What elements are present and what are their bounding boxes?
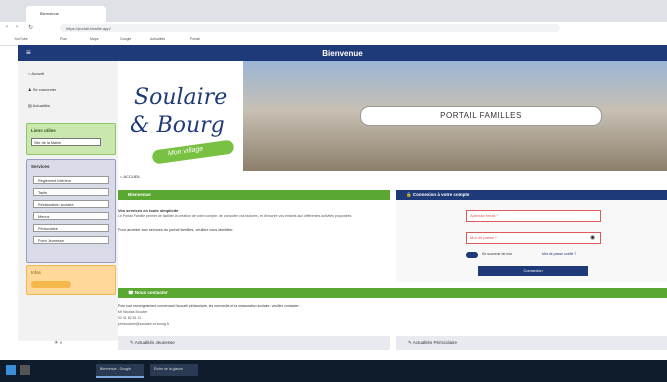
login-header: 🔒 Connexion à votre compte: [396, 190, 667, 200]
browser-tab-bar: Bienvenue: [0, 0, 667, 22]
bookmark-item[interactable]: Google: [120, 37, 131, 41]
welcome-text: Le Portail Famille permet de faciliter l…: [118, 214, 353, 218]
useful-links-box: Liens utiles Site de la Mairie: [26, 123, 116, 155]
bookmark-item[interactable]: Plan: [60, 37, 67, 41]
browser-tab[interactable]: Bienvenue: [26, 6, 106, 22]
remember-label: Se souvenir de moi: [482, 252, 512, 256]
portal-label: PORTAIL FAMILLES: [360, 106, 602, 126]
useful-links-title: Liens utiles: [31, 128, 56, 133]
service-item[interactable]: Périscolaire: [33, 224, 109, 232]
infos-title: Infos: [31, 270, 41, 275]
login-button[interactable]: Connexion: [478, 266, 588, 276]
forgot-link[interactable]: Mot de passe oublié ?: [542, 252, 576, 256]
url-text: https://portail-famille.app/: [66, 25, 111, 31]
news-youth-header[interactable]: ✎ Actualités Jeunesse: [118, 336, 390, 350]
back-icon[interactable]: ‹: [6, 24, 8, 30]
windows-taskbar: Bienvenue - Google Écrire de la glance: [0, 360, 667, 382]
infos-box: Infos: [26, 265, 116, 295]
login-title: Connexion à votre compte: [412, 192, 470, 197]
bookmark-item[interactable]: Maps: [90, 37, 99, 41]
welcome-instructions: Pour accéder aux services du portail fam…: [118, 228, 234, 232]
infos-button[interactable]: [31, 281, 71, 288]
page-title: Bienvenue: [322, 49, 363, 58]
welcome-title: Bienvenue: [128, 192, 151, 197]
lock-icon: 🔒: [406, 192, 413, 197]
phone-icon: ☎: [128, 290, 135, 295]
sidebar-item-login[interactable]: ♟ Se connecter: [28, 87, 56, 92]
remember-toggle[interactable]: [466, 252, 478, 258]
browser-tab-title: Bienvenue: [40, 11, 59, 16]
contact-name: Mr Nicolas Bouvier: [118, 310, 148, 314]
contact-email[interactable]: periscolaire@soulaire-et-bourg.fr: [118, 322, 169, 326]
login-panel: 🔒 Connexion à votre compte Adresse email…: [396, 190, 667, 282]
accessibility-icon[interactable]: ☀ ◐: [54, 340, 63, 346]
taskbar-app-editor[interactable]: Écrire de la glance: [150, 364, 198, 376]
sidebar-item-accueil[interactable]: ⌂ Accueil: [28, 71, 44, 76]
news-periscolaire-header[interactable]: ✎ Actualités Périscolaire: [396, 336, 667, 350]
app-header: ≡ Bienvenue: [18, 45, 667, 61]
service-item[interactable]: Règlement intérieur: [33, 176, 109, 184]
bookmark-item[interactable]: YouTube: [14, 37, 28, 41]
useful-link-mairie[interactable]: Site de la Mairie: [31, 138, 101, 146]
services-title: Services: [31, 164, 50, 169]
contact-phone: 02 41 82 81 11: [118, 316, 142, 320]
service-item[interactable]: Menus: [33, 212, 109, 220]
url-input[interactable]: https://portail-famille.app/: [60, 24, 560, 32]
logo-line2: & Bourg: [130, 113, 225, 138]
contact-title: Nous contacter: [134, 290, 168, 295]
taskbar-app-chrome[interactable]: Bienvenue - Google: [96, 364, 144, 378]
sidebar: ⌂ Accueil ♟ Se connecter ▤ Actualités Li…: [18, 61, 118, 341]
bookmark-item[interactable]: Actualités: [150, 37, 165, 41]
contact-header: ☎ Nous contacter: [118, 288, 667, 298]
reload-icon[interactable]: ↻: [28, 24, 33, 31]
bookmark-item[interactable]: Portail: [190, 37, 200, 41]
service-item[interactable]: Tarifs: [33, 188, 109, 196]
service-item[interactable]: Point Jeunesse: [33, 236, 109, 244]
search-icon[interactable]: [20, 365, 30, 375]
eye-icon[interactable]: ◉: [590, 234, 595, 241]
logo-line1: Soulaire: [134, 85, 228, 110]
password-field[interactable]: Mot de passe *: [466, 232, 601, 244]
services-box: Services Règlement intérieur Tarifs Rest…: [26, 159, 116, 263]
forward-icon[interactable]: ›: [16, 24, 18, 30]
welcome-panel: Bienvenue Vos services en toute simplici…: [118, 190, 390, 276]
welcome-header: Bienvenue: [118, 190, 390, 200]
logo-tagline-ribbon: Mon village: [151, 139, 235, 165]
breadcrumb: ⌂ ACCUEIL: [120, 174, 141, 179]
service-item[interactable]: Restauration scolaire: [33, 200, 109, 208]
contact-text: Pour tout renseignement concernant l'acc…: [118, 304, 301, 308]
contact-panel: ☎ Nous contacter Pour tout renseignement…: [118, 288, 667, 332]
email-field[interactable]: Adresse email *: [466, 210, 601, 222]
logo[interactable]: Soulaire & Bourg Mon village: [118, 61, 243, 176]
sidebar-item-news[interactable]: ▤ Actualités: [28, 103, 50, 108]
logo-tagline: Mon village: [167, 145, 204, 158]
welcome-subtitle: Vos services en toute simplicité: [118, 208, 179, 213]
start-icon[interactable]: [6, 365, 16, 375]
